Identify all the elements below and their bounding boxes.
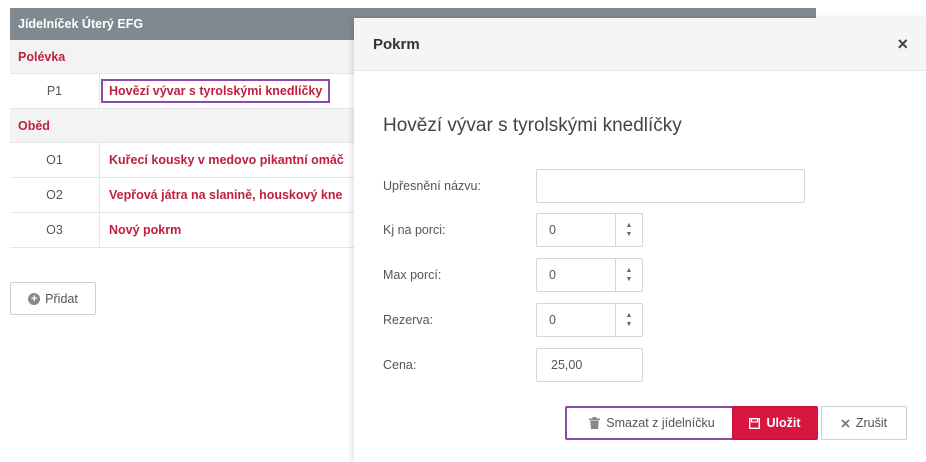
item-code: P1 bbox=[10, 74, 100, 108]
kj-value[interactable]: 0 bbox=[537, 214, 615, 246]
form-row-name-detail: Upřesnění názvu: bbox=[383, 169, 805, 203]
x-icon bbox=[841, 418, 850, 428]
name-detail-input[interactable] bbox=[536, 169, 805, 203]
close-icon[interactable]: × bbox=[897, 34, 908, 55]
cancel-button[interactable]: Zrušit bbox=[821, 406, 907, 440]
item-name-link[interactable]: Nový pokrm bbox=[100, 223, 181, 237]
reserve-label: Rezerva: bbox=[383, 313, 434, 327]
cancel-button-label: Zrušit bbox=[855, 416, 888, 430]
reserve-value[interactable]: 0 bbox=[537, 304, 615, 336]
item-code: O3 bbox=[10, 213, 100, 247]
dish-name-heading: Hovězí vývar s tyrolskými knedlíčky bbox=[383, 115, 682, 136]
add-button-label: Přidat bbox=[45, 291, 78, 306]
form-row-reserve: Rezerva: 0 ▲ ▼ bbox=[383, 303, 643, 337]
trash-icon bbox=[589, 417, 601, 429]
modal-header: Pokrm × bbox=[354, 18, 926, 71]
max-portions-label: Max porcí: bbox=[383, 268, 442, 282]
form-row-price: Cena: 25,00 bbox=[383, 348, 643, 382]
add-button[interactable]: + Přidat bbox=[10, 282, 96, 315]
delete-from-menu-button[interactable]: Smazat z jídelníčku bbox=[565, 406, 739, 440]
floppy-disk-icon bbox=[749, 417, 761, 429]
dish-modal: Pokrm × Hovězí vývar s tyrolskými knedlí… bbox=[354, 18, 926, 462]
item-name-link[interactable]: Vepřová játra na slanině, houskový kne bbox=[100, 188, 342, 202]
save-button[interactable]: Uložit bbox=[732, 406, 818, 440]
save-button-label: Uložit bbox=[766, 416, 801, 430]
item-name-link[interactable]: Kuřecí kousky v medovo pikantní omáč bbox=[100, 153, 344, 167]
modal-title: Pokrm bbox=[373, 35, 420, 53]
item-name-link[interactable]: Hovězí vývar s tyrolskými knedlíčky bbox=[101, 79, 331, 103]
plus-circle-icon: + bbox=[28, 292, 41, 305]
form-row-max-portions: Max porcí: 0 ▲ ▼ bbox=[383, 258, 643, 292]
reserve-stepper[interactable]: 0 ▲ ▼ bbox=[536, 303, 643, 337]
chevron-up-down-icon[interactable]: ▲ ▼ bbox=[615, 214, 642, 246]
item-code: O1 bbox=[10, 143, 100, 177]
delete-button-label: Smazat z jídelníčku bbox=[606, 416, 715, 430]
chevron-up-down-icon[interactable]: ▲ ▼ bbox=[615, 259, 642, 291]
kj-label: Kj na porci: bbox=[383, 223, 446, 237]
name-detail-label: Upřesnění názvu: bbox=[383, 179, 481, 193]
item-code: O2 bbox=[10, 178, 100, 212]
price-label: Cena: bbox=[383, 358, 417, 372]
max-portions-value[interactable]: 0 bbox=[537, 259, 615, 291]
chevron-up-down-icon[interactable]: ▲ ▼ bbox=[615, 304, 642, 336]
max-portions-stepper[interactable]: 0 ▲ ▼ bbox=[536, 258, 643, 292]
kj-stepper[interactable]: 0 ▲ ▼ bbox=[536, 213, 643, 247]
price-input[interactable]: 25,00 bbox=[536, 348, 643, 382]
form-row-kj: Kj na porci: 0 ▲ ▼ bbox=[383, 213, 643, 247]
